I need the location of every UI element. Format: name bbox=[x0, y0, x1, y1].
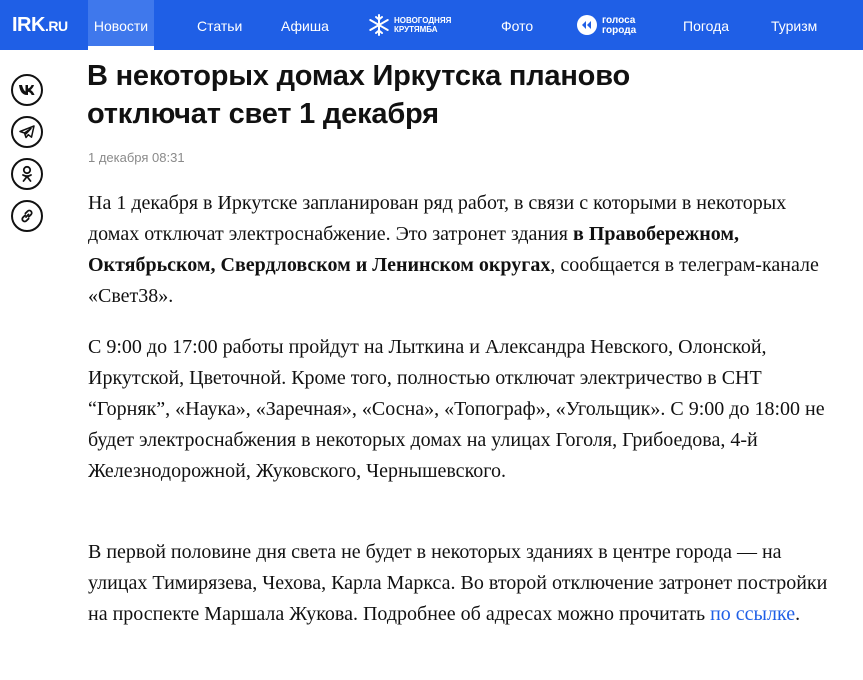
paragraph-text: . bbox=[795, 603, 801, 625]
nav-item-label: Новости bbox=[93, 18, 149, 34]
share-odnoklassniki-button[interactable] bbox=[11, 158, 43, 190]
nav-item-label: Погода bbox=[683, 18, 730, 34]
article-paragraph-1: На 1 декабря в Иркутске запланирован ряд… bbox=[88, 188, 828, 312]
promo-line2: КРУТЯМБА bbox=[394, 25, 438, 34]
nav-item-weather[interactable]: Погода bbox=[683, 0, 729, 50]
promo-krutyamba[interactable]: НОВОГОДНЯЯ КРУТЯМБА bbox=[368, 13, 468, 37]
share-vk-button[interactable] bbox=[11, 74, 43, 106]
nav-item-label: Статьи bbox=[197, 18, 243, 34]
logo-suffix: .RU bbox=[44, 18, 68, 34]
nav-item-news[interactable]: Новости bbox=[88, 0, 154, 50]
nav-item-label: Туризм bbox=[771, 18, 818, 34]
telegram-icon bbox=[19, 125, 35, 139]
odnoklassniki-icon bbox=[22, 165, 32, 182]
promo-line2: города bbox=[602, 25, 637, 36]
golosa-logo-icon bbox=[577, 15, 597, 35]
snowflake-icon bbox=[369, 14, 389, 36]
share-telegram-button[interactable] bbox=[11, 116, 43, 148]
article-title: В некоторых домах Иркутска планово отклю… bbox=[87, 57, 807, 133]
title-line-2: отключат свет 1 декабря bbox=[87, 98, 439, 130]
nav-item-photo[interactable]: Фото bbox=[501, 0, 533, 50]
share-copy-link-button[interactable] bbox=[11, 200, 43, 232]
active-indicator bbox=[88, 46, 154, 50]
top-navigation-bar: IRK.RU Новости Статьи Афиша НОВОГОДНЯЯ КР… bbox=[0, 0, 863, 50]
paragraph-text: С 9:00 до 17:00 работы пройдут на Лыткин… bbox=[88, 336, 825, 482]
article-paragraph-2: С 9:00 до 17:00 работы пройдут на Лыткин… bbox=[88, 332, 828, 487]
nav-item-articles[interactable]: Статьи bbox=[197, 0, 242, 50]
site-logo[interactable]: IRK.RU bbox=[12, 14, 68, 37]
nav-item-afisha[interactable]: Афиша bbox=[281, 0, 329, 50]
nav-item-tourism[interactable]: Туризм bbox=[771, 0, 817, 50]
promo-golosa-goroda[interactable]: голоса города bbox=[576, 13, 646, 37]
promo-line1: НОВОГОДНЯЯ bbox=[394, 16, 452, 25]
nav-item-label: Афиша bbox=[281, 18, 329, 34]
details-link[interactable]: по ссылке bbox=[710, 603, 795, 625]
title-line-1: В некоторых домах Иркутска планово bbox=[87, 60, 630, 92]
article-date: 1 декабря 08:31 bbox=[88, 150, 185, 165]
article-paragraph-3: В первой половине дня света не будет в н… bbox=[88, 537, 828, 630]
logo-text: IRK bbox=[12, 14, 45, 36]
nav-item-label: Фото bbox=[501, 18, 534, 34]
link-icon bbox=[21, 209, 33, 223]
vk-icon bbox=[19, 85, 35, 95]
